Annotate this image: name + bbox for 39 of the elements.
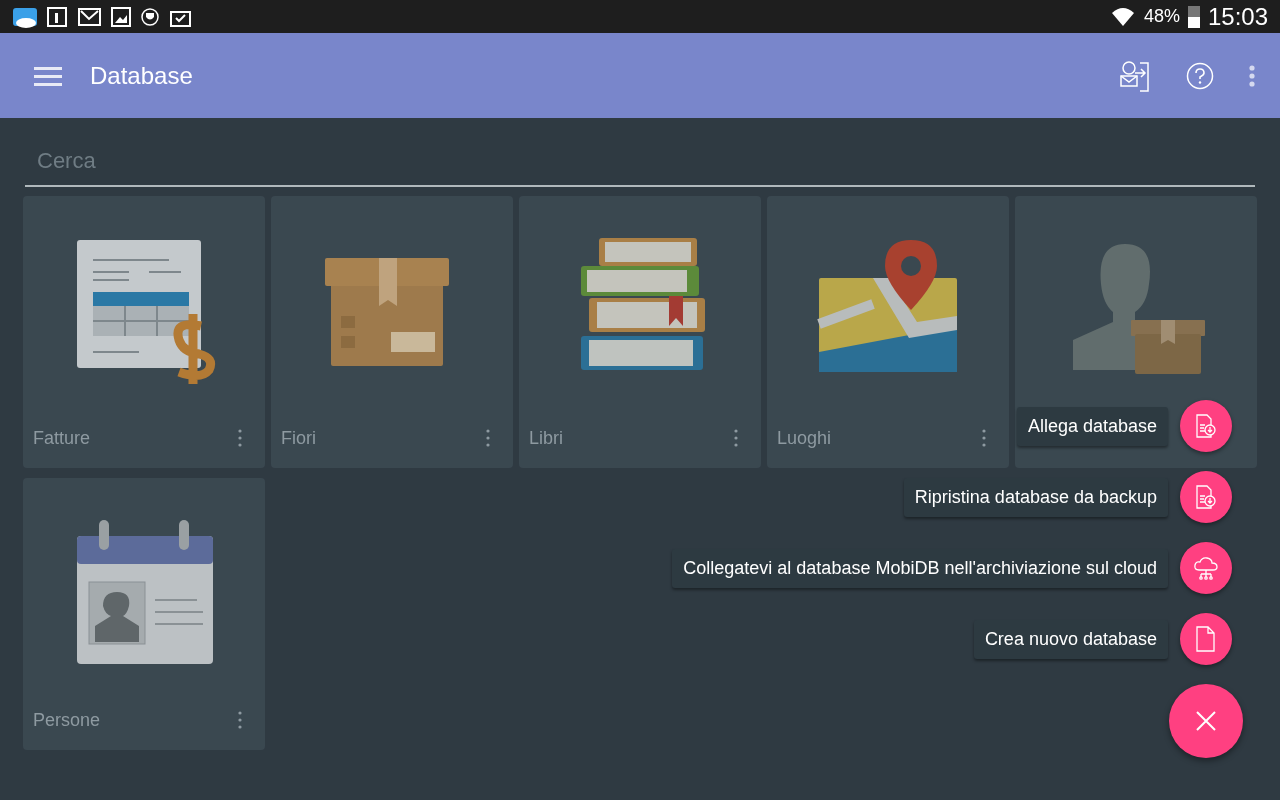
battery-icon bbox=[1187, 5, 1200, 28]
app-title: Database bbox=[90, 60, 193, 91]
more-icon[interactable] bbox=[237, 710, 243, 730]
mail-icon bbox=[76, 5, 102, 28]
database-name: Persone bbox=[33, 708, 101, 732]
more-icon[interactable] bbox=[981, 428, 987, 448]
action-label: Crea nuovo database bbox=[973, 619, 1168, 659]
database-name: Fiori bbox=[281, 426, 316, 450]
shield-icon bbox=[140, 6, 160, 27]
cloud-icon bbox=[1193, 555, 1219, 581]
action-fab[interactable] bbox=[1180, 542, 1232, 594]
clock-time: 15:03 bbox=[1207, 1, 1268, 32]
more-icon[interactable] bbox=[237, 428, 243, 448]
close-fab[interactable] bbox=[1169, 684, 1243, 758]
more-icon[interactable] bbox=[1248, 63, 1256, 88]
help-icon[interactable] bbox=[1186, 61, 1214, 90]
action-label: Collegatevi al database MobiDB nell'archiviazione sul cloud bbox=[672, 548, 1168, 588]
database-card[interactable]: Fatture bbox=[23, 196, 265, 468]
attach-file-icon bbox=[1193, 413, 1219, 439]
menu-icon[interactable] bbox=[34, 64, 62, 87]
action-fab[interactable] bbox=[1180, 613, 1232, 665]
database-card[interactable]: Luoghi bbox=[767, 196, 1009, 468]
database-card[interactable]: Fiori bbox=[271, 196, 513, 468]
database-name: Fatture bbox=[33, 426, 91, 450]
restore-file-icon bbox=[1193, 484, 1219, 510]
database-name: Libri bbox=[529, 426, 563, 450]
database-name: Luoghi bbox=[777, 426, 832, 450]
export-icon[interactable] bbox=[1120, 59, 1152, 92]
action-label: Allega database bbox=[1016, 406, 1168, 446]
more-icon[interactable] bbox=[485, 428, 491, 448]
more-icon[interactable] bbox=[733, 428, 739, 448]
image-icon bbox=[110, 5, 132, 28]
battery-percent: 48% bbox=[1143, 5, 1180, 28]
database-card[interactable]: Libri bbox=[519, 196, 761, 468]
search-field[interactable]: Cerca bbox=[25, 138, 1255, 187]
database-card[interactable]: Persone bbox=[23, 478, 265, 750]
action-label: Ripristina database da backup bbox=[903, 477, 1168, 517]
close-icon bbox=[1195, 710, 1217, 732]
action-fab[interactable] bbox=[1180, 471, 1232, 523]
